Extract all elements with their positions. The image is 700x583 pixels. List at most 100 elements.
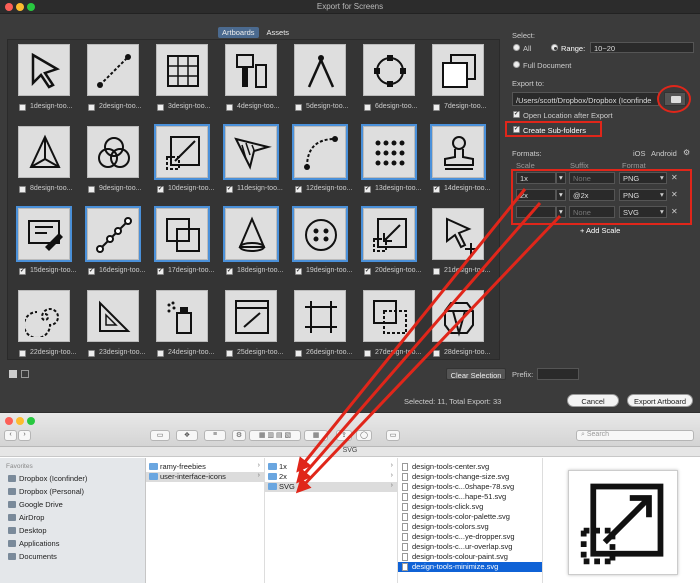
artboard-26[interactable] [294, 290, 346, 342]
list-item[interactable]: user-interface-icons › [146, 472, 264, 482]
all-radio[interactable] [513, 44, 520, 51]
artboard-checkbox[interactable] [433, 104, 440, 111]
chevron-down-icon[interactable]: ▾ [660, 190, 664, 199]
sidebar-item[interactable]: Applications [8, 539, 59, 548]
sidebar-item[interactable]: Dropbox (Iconfinder) [8, 474, 87, 483]
artboard-7[interactable] [432, 44, 484, 96]
file-row[interactable]: design-tools-center.svg [398, 462, 542, 472]
group-icon[interactable]: ▦ [304, 430, 328, 441]
artboard-checkbox[interactable] [19, 104, 26, 111]
file-row[interactable]: design-tools-change-size.svg [398, 472, 542, 482]
search-field[interactable]: ⌕ Search [576, 430, 694, 441]
artboard-13[interactable] [361, 124, 417, 180]
file-row[interactable]: design-tools-click.svg [398, 502, 542, 512]
artboard-12[interactable] [292, 124, 348, 180]
artboard-checkbox[interactable] [364, 104, 371, 111]
artboard-8[interactable] [18, 126, 70, 178]
finder-minimize-button[interactable] [16, 417, 24, 425]
sidebar-item[interactable]: Desktop [8, 526, 47, 535]
open-location-checkbox[interactable] [513, 110, 520, 118]
artboard-checkbox[interactable] [157, 350, 164, 357]
artboard-23[interactable] [87, 290, 139, 342]
suffix-input[interactable]: None [569, 206, 615, 218]
list-item[interactable]: 2x › [265, 472, 397, 482]
artboard-14[interactable] [430, 124, 486, 180]
range-input[interactable]: 10~20 [590, 42, 694, 53]
artboard-1[interactable] [18, 44, 70, 96]
add-scale-button[interactable]: + Add Scale [580, 226, 620, 235]
remove-scale-icon[interactable]: ✕ [671, 207, 678, 216]
scale-dropdown[interactable]: 2x [516, 189, 556, 201]
sidebar-item[interactable]: Dropbox (Personal) [8, 487, 84, 496]
finder-zoom-button[interactable] [27, 417, 35, 425]
artboard-checkbox[interactable] [295, 104, 302, 111]
file-row[interactable]: design-tools-c...ur-overlap.svg [398, 542, 542, 552]
artboard-checkbox[interactable] [88, 186, 95, 193]
artboard-checkbox[interactable] [295, 185, 302, 193]
sidebar-item[interactable]: Documents [8, 552, 57, 561]
remove-scale-icon[interactable]: ✕ [671, 190, 678, 199]
gear-icon[interactable]: ⚙ [683, 148, 690, 157]
artboard-4[interactable] [225, 44, 277, 96]
full-document-radio[interactable] [513, 61, 520, 68]
scale-dropdown[interactable] [516, 206, 556, 218]
file-row[interactable]: design-tools-color-palette.svg [398, 512, 542, 522]
artboard-11[interactable] [223, 124, 279, 180]
artboard-checkbox[interactable] [295, 267, 302, 275]
chevron-down-icon[interactable]: ▾ [660, 207, 664, 216]
artboard-checkbox[interactable] [19, 186, 26, 193]
artboard-checkbox[interactable] [364, 267, 371, 275]
create-subfolders-checkbox[interactable] [513, 125, 520, 133]
artboard-checkbox[interactable] [295, 350, 302, 357]
chevron-down-icon[interactable]: ▾ [556, 172, 566, 184]
artboard-27[interactable] [363, 290, 415, 342]
export-artboard-button[interactable]: Export Artboard [627, 394, 693, 407]
clear-selection-button[interactable]: Clear Selection [446, 368, 506, 380]
artboard-20[interactable] [361, 206, 417, 262]
artboard-checkbox[interactable] [433, 185, 440, 193]
range-radio[interactable] [551, 44, 558, 51]
export-path-field[interactable]: /Users/scott/Dropbox/Dropbox (Iconfinde [512, 92, 659, 106]
android-preset[interactable]: Android [651, 149, 677, 158]
edit-tags-icon[interactable]: ▭ [386, 430, 400, 441]
artboard-checkbox[interactable] [226, 185, 233, 193]
sidebar-item[interactable]: Google Drive [8, 500, 63, 509]
tag-icon[interactable]: ◯ [356, 430, 372, 441]
artboard-checkbox[interactable] [157, 185, 164, 193]
artboard-checkbox[interactable] [88, 350, 95, 357]
artboard-28[interactable] [432, 290, 484, 342]
file-row[interactable]: design-tools-colors.svg [398, 522, 542, 532]
file-row[interactable]: design-tools-c...ye-dropper.svg [398, 532, 542, 542]
artboard-checkbox[interactable] [226, 350, 233, 357]
file-row[interactable]: design-tools-colour-paint.svg [398, 552, 542, 562]
gear-menu-icon[interactable]: ⚙ [232, 430, 246, 441]
artboard-15[interactable] [16, 206, 72, 262]
artboard-checkbox[interactable] [19, 267, 26, 275]
list-item[interactable]: SVG › [265, 482, 397, 492]
file-row[interactable]: design-tools-c...0shape-78.svg [398, 482, 542, 492]
artboard-5[interactable] [294, 44, 346, 96]
prefix-input[interactable] [537, 368, 579, 380]
chevron-down-icon[interactable]: ▾ [660, 173, 664, 182]
tab-assets[interactable]: Assets [263, 27, 294, 38]
new-folder-icon[interactable]: ▭ [150, 430, 170, 441]
chevron-down-icon[interactable]: ▾ [556, 189, 566, 201]
artboard-checkbox[interactable] [433, 268, 440, 275]
ios-preset[interactable]: iOS [633, 149, 646, 158]
artboard-checkbox[interactable] [364, 185, 371, 193]
artboard-16[interactable] [85, 206, 141, 262]
list-view-icon[interactable] [21, 370, 29, 378]
artboard-checkbox[interactable] [157, 267, 164, 275]
sidebar-item[interactable]: AirDrop [8, 513, 44, 522]
artboard-21[interactable] [432, 208, 484, 260]
list-item[interactable]: 1x › [265, 462, 397, 472]
list-item[interactable]: ramy-freebies › [146, 462, 264, 472]
artboard-19[interactable] [292, 206, 348, 262]
suffix-input[interactable]: None [569, 172, 615, 184]
view-mode-buttons[interactable]: ▦ ▥ ▤ ▧ [249, 430, 301, 441]
remove-scale-icon[interactable]: ✕ [671, 173, 678, 182]
artboard-25[interactable] [225, 290, 277, 342]
artboard-6[interactable] [363, 44, 415, 96]
artboard-3[interactable] [156, 44, 208, 96]
suffix-input[interactable]: @2x [569, 189, 615, 201]
